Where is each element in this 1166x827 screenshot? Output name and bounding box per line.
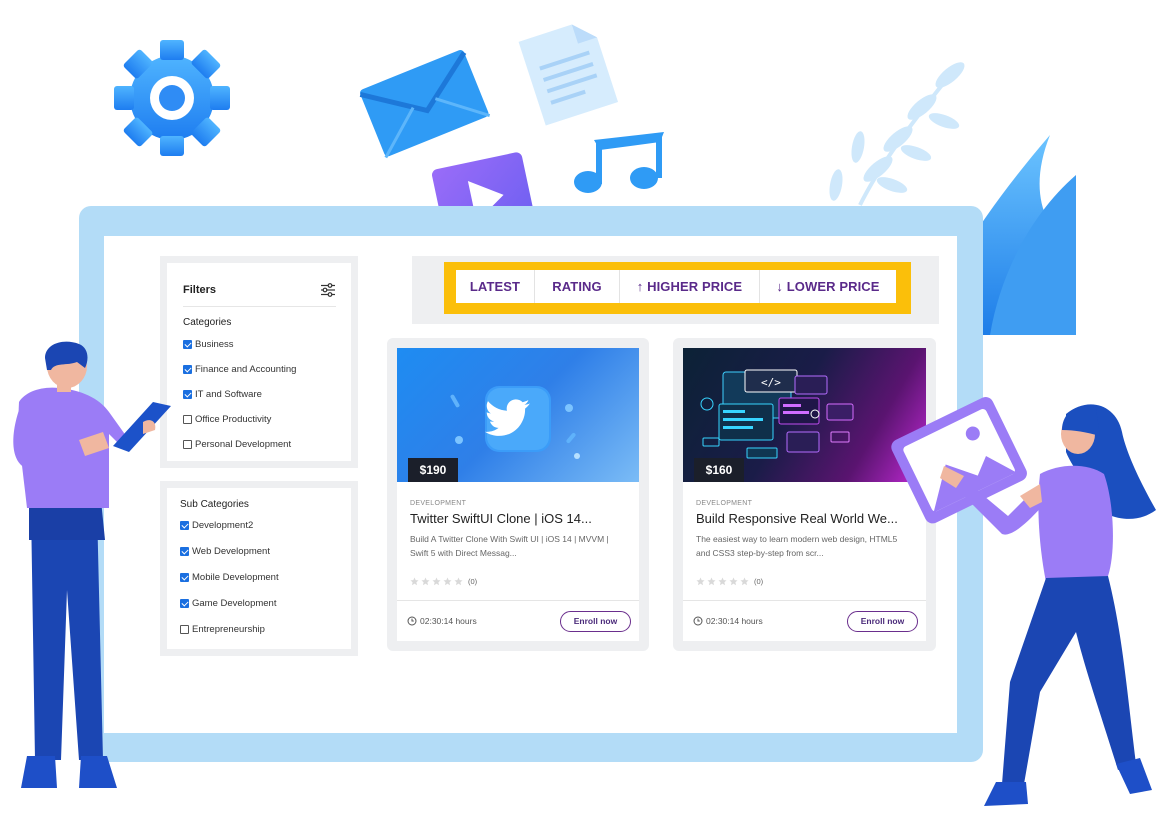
checkbox[interactable] [180,598,189,608]
sub-categories-panel: Sub Categories Development2 Web Developme… [160,481,358,656]
rating-count: (0) [468,576,478,586]
sub-category-checkbox-item-label: Game Development [192,597,277,609]
checkbox[interactable] [183,340,192,349]
sub-category-checkbox-item[interactable]: Web Development [180,538,337,564]
tab-higher-price[interactable]: ↑ HIGHER PRICE [620,270,760,303]
man-with-tablet-illustration [13,341,171,788]
stars [410,577,465,586]
sub-categories-title: Sub Categories [180,499,249,510]
sub-category-checkbox-item[interactable]: Development2 [180,512,337,538]
category-checkbox-item[interactable]: Office Productivity [183,407,336,432]
clock-icon [693,616,703,626]
checkbox[interactable] [183,365,192,374]
envelope-icon [359,49,491,159]
star-icon [443,577,452,585]
tab-lower-price[interactable]: ↓ LOWER PRICE [760,270,896,303]
category-checkbox-item-label: Office Productivity [195,414,272,425]
star-icon [421,577,430,585]
course-title[interactable]: Twitter SwiftUI Clone | iOS 14... [410,511,626,526]
svg-text:</>: </> [761,376,781,389]
star-icon [740,577,749,585]
sub-category-checkbox-item-label: Mobile Development [192,571,279,583]
sub-category-checkbox-item[interactable]: Entrepreneurship [180,616,337,642]
sort-tabs: LATEST RATING ↑ HIGHER PRICE ↓ LOWER PRI… [444,262,911,314]
clock-icon [407,616,417,626]
sub-category-list: Development2 Web Development Mobile Develo… [180,512,337,642]
category-checkbox-item-label: Business [195,339,234,350]
checkbox[interactable] [180,624,189,634]
rating-count: (0) [754,576,764,586]
tab-rating[interactable]: RATING [535,270,620,303]
category-checkbox-item-label: IT and Software [195,389,262,400]
star-rating: (0) [696,575,913,587]
gear-icon [114,40,230,156]
sub-category-checkbox-item-label: Entrepreneurship [192,623,265,635]
duration: 02:30:14 hours [693,616,763,626]
star-icon [718,577,727,585]
filters-title: Filters [183,283,217,296]
course-description: Build A Twitter Clone With Swift UI | iO… [410,534,609,558]
sub-category-checkbox-item[interactable]: Game Development [180,590,337,616]
price-badge: $160 [694,458,744,482]
checkbox[interactable] [180,546,189,556]
category-checkbox-item[interactable]: Business [183,332,336,357]
categories-title: Categories [183,317,232,328]
course-category: DEVELOPMENT [696,500,753,507]
stars [696,577,751,586]
star-icon [454,577,463,585]
category-checkbox-item[interactable]: Personal Development [183,432,336,457]
course-title[interactable]: Build Responsive Real World We... [696,511,913,526]
category-checkbox-item-label: Finance and Accounting [195,364,297,375]
document-icon [518,24,619,126]
checkbox[interactable] [180,520,189,530]
sub-category-checkbox-item-label: Development2 [192,519,254,531]
sliders-icon[interactable] [320,282,336,297]
music-note-icon [574,132,664,193]
star-icon [432,577,441,585]
category-list: Business Finance and Accounting IT and Sof… [183,332,336,457]
star-rating: (0) [410,575,626,587]
category-checkbox-item[interactable]: IT and Software [183,382,336,407]
course-description: The easiest way to learn modern web desi… [696,534,898,558]
checkbox[interactable] [183,390,192,399]
checkbox[interactable] [183,415,192,424]
course-category: DEVELOPMENT [410,500,467,507]
course-thumbnail[interactable]: $190 [397,348,639,482]
star-icon [410,577,419,585]
category-checkbox-item-label: Personal Development [195,439,292,450]
checkbox[interactable] [183,440,192,449]
duration-text: 02:30:14 hours [706,616,763,626]
star-icon [696,577,705,585]
star-icon [707,577,716,585]
checkbox[interactable] [180,572,189,582]
enroll-now-button[interactable]: Enroll now [560,610,631,632]
tab-latest[interactable]: LATEST [456,270,535,303]
star-icon [729,577,738,585]
category-checkbox-item[interactable]: Finance and Accounting [183,357,336,382]
sub-category-checkbox-item[interactable]: Mobile Development [180,564,337,590]
woman-with-image-illustration [891,397,1156,806]
duration-text: 02:30:14 hours [420,616,477,626]
filters-header: Filters [183,277,336,307]
duration: 02:30:14 hours [407,616,477,626]
filters-panel: Filters Categories Business Finance and A… [160,256,358,468]
price-badge: $190 [408,458,458,482]
card-footer: 02:30:14 hours Enroll now [397,600,639,641]
sub-category-checkbox-item-label: Web Development [192,545,270,557]
course-card[interactable]: $190 DEVELOPMENT Twitter SwiftUI Clone |… [387,338,649,651]
